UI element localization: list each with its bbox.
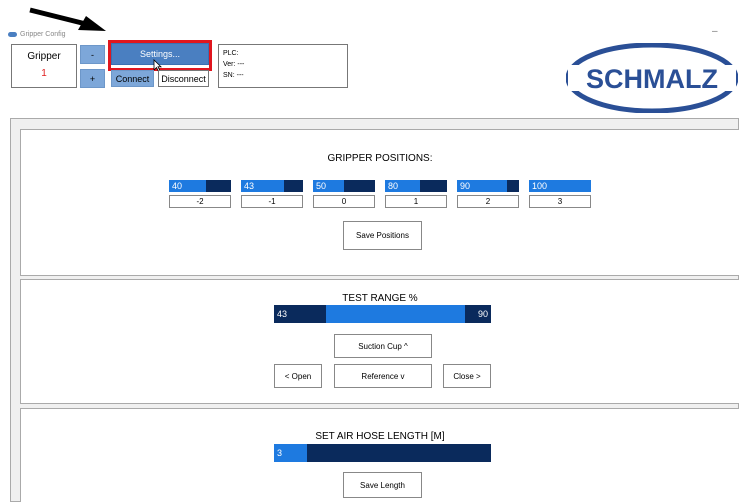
position-index-label: 2 — [457, 195, 519, 208]
gripper-decrement-button[interactable]: - — [80, 45, 105, 64]
plc-line: PLC: — [223, 50, 239, 57]
position-value: 100 — [532, 181, 548, 191]
gripper-number: 1 — [41, 68, 47, 79]
save-positions-button[interactable]: Save Positions — [343, 221, 422, 250]
gripper-position-1: 43 -1 — [241, 180, 303, 208]
window-titlebar: Gripper Config — [8, 28, 66, 40]
position-value: 40 — [172, 181, 183, 191]
position-value: 90 — [460, 181, 471, 191]
gripper-position-3: 80 1 — [385, 180, 447, 208]
position-value-bar[interactable]: 43 — [241, 180, 303, 192]
position-value: 50 — [316, 181, 327, 191]
position-value-bar[interactable]: 80 — [385, 180, 447, 192]
range-low-value: 43 — [277, 309, 288, 319]
gripper-positions-panel: GRIPPER POSITIONS: 40 -2 43 -1 50 0 80 1 90 2 100 3… — [20, 129, 739, 276]
test-range-title: TEST RANGE % — [342, 293, 418, 304]
position-value-bar[interactable]: 50 — [313, 180, 375, 192]
position-value: 43 — [244, 181, 255, 191]
range-high-value: 90 — [477, 309, 488, 319]
gripper-label: Gripper — [27, 51, 61, 62]
schmalz-logo: SCHMALZ — [566, 43, 738, 113]
gripper-position-5: 100 3 — [529, 180, 591, 208]
position-index-label: -1 — [241, 195, 303, 208]
gripper-selector: Gripper 1 — [11, 44, 77, 88]
logo-text: SCHMALZ — [586, 64, 718, 94]
gripper-position-0: 40 -2 — [169, 180, 231, 208]
sn-line: SN: --- — [223, 72, 244, 79]
position-value-bar[interactable]: 40 — [169, 180, 231, 192]
position-index-label: 0 — [313, 195, 375, 208]
connect-button[interactable]: Connect — [111, 70, 154, 87]
ver-line: Ver: --- — [223, 61, 245, 68]
window-title: Gripper Config — [20, 30, 66, 38]
suction-cup-button[interactable]: Suction Cup ^ — [334, 334, 432, 358]
air-hose-length-bar[interactable]: 3 — [274, 444, 491, 462]
air-hose-title: SET AIR HOSE LENGTH [M] — [315, 431, 445, 442]
save-length-button[interactable]: Save Length — [343, 472, 422, 498]
gripper-position-4: 90 2 — [457, 180, 519, 208]
position-index-label: -2 — [169, 195, 231, 208]
test-range-panel: TEST RANGE % 43 90 Suction Cup ^ < Open … — [20, 279, 739, 404]
open-button[interactable]: < Open — [274, 364, 322, 388]
air-hose-panel: SET AIR HOSE LENGTH [M] 3 Save Length — [20, 408, 739, 502]
gripper-increment-button[interactable]: + — [80, 69, 105, 88]
position-value-bar[interactable]: 90 — [457, 180, 519, 192]
position-index-label: 3 — [529, 195, 591, 208]
disconnect-button[interactable]: Disconnect — [158, 70, 209, 87]
position-index-label: 1 — [385, 195, 447, 208]
position-value: 80 — [388, 181, 399, 191]
air-hose-length-value: 3 — [277, 448, 283, 458]
gripper-positions-title: GRIPPER POSITIONS: — [327, 153, 433, 164]
test-range-bar[interactable]: 43 90 — [274, 305, 491, 323]
reference-button[interactable]: Reference v — [334, 364, 432, 388]
app-icon — [8, 31, 17, 37]
gripper-position-2: 50 0 — [313, 180, 375, 208]
minimize-button[interactable]: – — [712, 26, 718, 37]
plc-info-box: PLC: Ver: --- SN: --- — [218, 44, 348, 88]
close-button[interactable]: Close > — [443, 364, 491, 388]
position-value-bar[interactable]: 100 — [529, 180, 591, 192]
